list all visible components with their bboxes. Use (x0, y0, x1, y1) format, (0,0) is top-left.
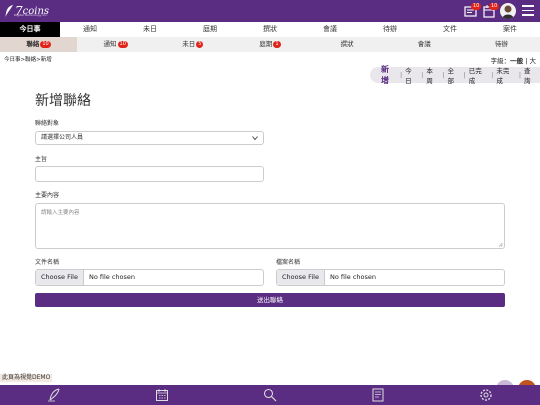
content-label: 主要內容 (35, 192, 60, 199)
subtab-badge: 10 (40, 41, 51, 48)
subtab-deadline[interactable]: 未日 5 (154, 37, 231, 52)
bottom-nav-calendar[interactable] (108, 385, 216, 405)
avatar[interactable] (500, 3, 516, 19)
font-size-separator: | (525, 57, 528, 65)
filter-all[interactable]: 全部 (445, 65, 464, 85)
calendar-badge: 10 (489, 3, 500, 10)
page-title: 新增聯絡 (35, 93, 91, 109)
bottom-nav-write[interactable] (0, 385, 108, 405)
filter-undone[interactable]: 未完成 (493, 65, 518, 85)
tab-cases[interactable]: 案件 (480, 22, 540, 37)
subtab-label: 聯絡 (26, 40, 40, 48)
subtab-badge: 5 (196, 41, 204, 48)
breadcrumb: 今日事>聯絡>新增 (4, 57, 52, 63)
tab-drafting[interactable]: 撰狀 (240, 22, 300, 37)
subtab-badge: 1 (273, 41, 281, 48)
bottom-nav-search[interactable] (216, 385, 324, 405)
subject-label: 主旨 (35, 156, 48, 163)
tab-documents[interactable]: 文件 (420, 22, 480, 37)
subtab-court[interactable]: 庭期 1 (231, 37, 308, 52)
chevron-down-icon (252, 136, 258, 141)
choose-archive-button[interactable]: Choose File (277, 270, 325, 285)
filter-bar: 新增 | 今日 | 本周 | 全部 | 已完成 | 未完成 | 查詢 (370, 64, 540, 86)
secondary-tabs: 聯絡 10 通知 10 未日 5 庭期 1 撰狀 會議 待辦 (0, 37, 540, 52)
tab-deadline[interactable]: 未日 (120, 22, 180, 37)
target-select[interactable]: 請選擇公司人員 (35, 131, 264, 145)
message-button[interactable]: 10 (464, 3, 482, 19)
document-icon (372, 388, 384, 402)
calendar-button[interactable]: 10 (482, 3, 500, 19)
tab-today[interactable]: 今日事 (0, 22, 60, 37)
font-size-large[interactable]: 大 (530, 57, 537, 65)
search-icon (263, 388, 277, 402)
message-badge: 10 (471, 3, 482, 10)
tab-court[interactable]: 庭期 (180, 22, 240, 37)
subtab-contact[interactable]: 聯絡 10 (0, 37, 78, 52)
font-size-control: 字級：一般 | 大 (491, 55, 536, 65)
tab-todo[interactable]: 待辦 (360, 22, 420, 37)
archive-label: 檔案名稱 (276, 259, 301, 266)
top-bar: 7 coins Digital Technology Inc. 10 10 (0, 0, 540, 22)
target-label: 聯絡對象 (35, 120, 60, 127)
feather-logo-icon (5, 5, 13, 17)
calendar-icon (156, 389, 168, 401)
subtab-meeting[interactable]: 會議 (386, 37, 463, 52)
bottom-nav (0, 385, 540, 405)
subtab-label: 庭期 (259, 40, 273, 48)
subtab-label: 未日 (182, 40, 196, 48)
avatar-icon (502, 5, 514, 19)
subtab-label: 通知 (103, 40, 117, 48)
filter-week[interactable]: 本周 (423, 65, 442, 85)
target-select-value: 請選擇公司人員 (41, 134, 84, 141)
choose-file-button[interactable]: Choose File (36, 270, 84, 285)
content-placeholder: 請輸入主要內容 (41, 210, 80, 216)
archive-file-input[interactable]: Choose File No file chosen (276, 269, 505, 286)
subtab-notify[interactable]: 通知 10 (77, 37, 154, 52)
filter-search[interactable]: 查詢 (521, 65, 540, 85)
filter-today[interactable]: 今日 (402, 65, 421, 85)
font-size-normal[interactable]: 一般 (510, 57, 523, 65)
primary-tabs: 今日事 通知 未日 庭期 撰狀 會議 待辦 文件 案件 (0, 22, 540, 38)
bottom-nav-settings[interactable] (432, 385, 540, 405)
file-label: 文件名稱 (35, 259, 60, 266)
subject-input[interactable] (35, 166, 264, 182)
submit-button[interactable]: 送出聯絡 (35, 293, 505, 307)
font-size-label: 字級： (490, 57, 511, 65)
bottom-nav-document[interactable] (324, 385, 432, 405)
hamburger-menu-icon[interactable] (522, 5, 534, 16)
resize-grip-icon[interactable] (498, 242, 503, 247)
subtab-badge: 10 (117, 41, 128, 48)
archive-status: No file chosen (329, 273, 376, 281)
brand-logo[interactable]: 7 coins (4, 2, 49, 20)
subtab-drafting[interactable]: 撰狀 (309, 37, 386, 52)
demo-notice: 此頁為視覺DEMO (0, 374, 53, 382)
file-input[interactable]: Choose File No file chosen (35, 269, 264, 286)
content-textarea[interactable]: 請輸入主要內容 (35, 203, 505, 249)
gear-icon (480, 389, 492, 401)
tab-meeting[interactable]: 會議 (300, 22, 360, 37)
brand-subtitle: Digital Technology Inc. (14, 13, 48, 17)
tab-notify[interactable]: 通知 (60, 22, 120, 37)
file-status: No file chosen (88, 273, 135, 281)
feather-icon (48, 388, 60, 402)
subtab-todo[interactable]: 待辦 (463, 37, 540, 52)
filter-new[interactable]: 新增 (378, 64, 400, 86)
filter-done[interactable]: 已完成 (466, 65, 491, 85)
